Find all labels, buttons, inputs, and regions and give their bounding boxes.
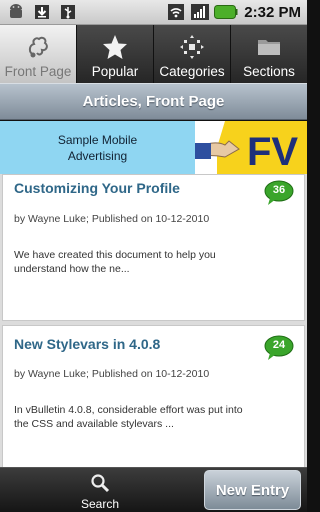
comment-count-badge[interactable]: 24 <box>264 335 294 361</box>
tab-popular[interactable]: Popular <box>77 25 154 83</box>
tab-label: Categories <box>159 64 225 79</box>
article-title[interactable]: Customizing Your Profile <box>14 180 180 196</box>
status-time: 2:32 PM <box>244 3 301 21</box>
ad-text-block: Sample Mobile Advertising <box>0 121 195 174</box>
ad-line-2: Advertising <box>67 148 128 163</box>
categories-icon <box>178 33 206 61</box>
folder-icon <box>255 33 283 61</box>
front-page-icon <box>24 33 52 61</box>
download-icon <box>32 2 52 22</box>
search-button[interactable]: Search <box>70 468 130 512</box>
wifi-icon <box>166 2 186 22</box>
battery-icon <box>214 2 238 22</box>
comment-count: 36 <box>272 184 286 196</box>
ad-brand-text: FV <box>247 130 298 174</box>
tab-categories[interactable]: Categories <box>154 25 231 83</box>
comment-count-badge[interactable]: 36 <box>264 180 294 206</box>
ad-line-1: Sample Mobile <box>57 132 138 147</box>
article-list: Customizing Your Profile 36 by Wayne Luk… <box>0 174 307 467</box>
new-entry-button[interactable]: New Entry <box>204 470 301 510</box>
search-label: Search <box>80 497 120 511</box>
page-title: Articles, Front Page <box>82 93 225 110</box>
tab-label: Popular <box>91 64 139 79</box>
article-snippet: In vBulletin 4.0.8, considerable effort … <box>14 404 243 430</box>
article-title[interactable]: New Stylevars in 4.0.8 <box>14 336 160 352</box>
comment-count: 24 <box>272 339 286 351</box>
search-icon <box>90 473 110 498</box>
tab-label: Sections <box>243 64 295 79</box>
android-icon <box>6 2 26 22</box>
signal-icon <box>190 2 210 22</box>
article-card[interactable]: New Stylevars in 4.0.8 24 by Wayne Luke;… <box>2 325 305 467</box>
article-snippet: We have created this document to help yo… <box>14 249 216 275</box>
page-header: Articles, Front Page <box>0 83 307 120</box>
ad-graphic: FV <box>195 121 307 174</box>
tab-label: Front Page <box>4 64 72 79</box>
tab-front-page[interactable]: Front Page <box>0 25 77 83</box>
tab-sections[interactable]: Sections <box>231 25 307 83</box>
bottom-bar: Search New Entry <box>0 467 307 512</box>
usb-icon <box>58 2 78 22</box>
article-meta: by Wayne Luke; Published on 10-12-2010 <box>14 213 210 225</box>
ad-banner[interactable]: Sample Mobile Advertising FV <box>0 121 307 174</box>
article-meta: by Wayne Luke; Published on 10-12-2010 <box>14 368 210 380</box>
star-icon <box>101 33 129 61</box>
tab-bar: Front Page Popular Categories Sections <box>0 25 307 83</box>
article-card[interactable]: Customizing Your Profile 36 by Wayne Luk… <box>2 174 305 321</box>
status-bar: 2:32 PM <box>0 0 307 25</box>
